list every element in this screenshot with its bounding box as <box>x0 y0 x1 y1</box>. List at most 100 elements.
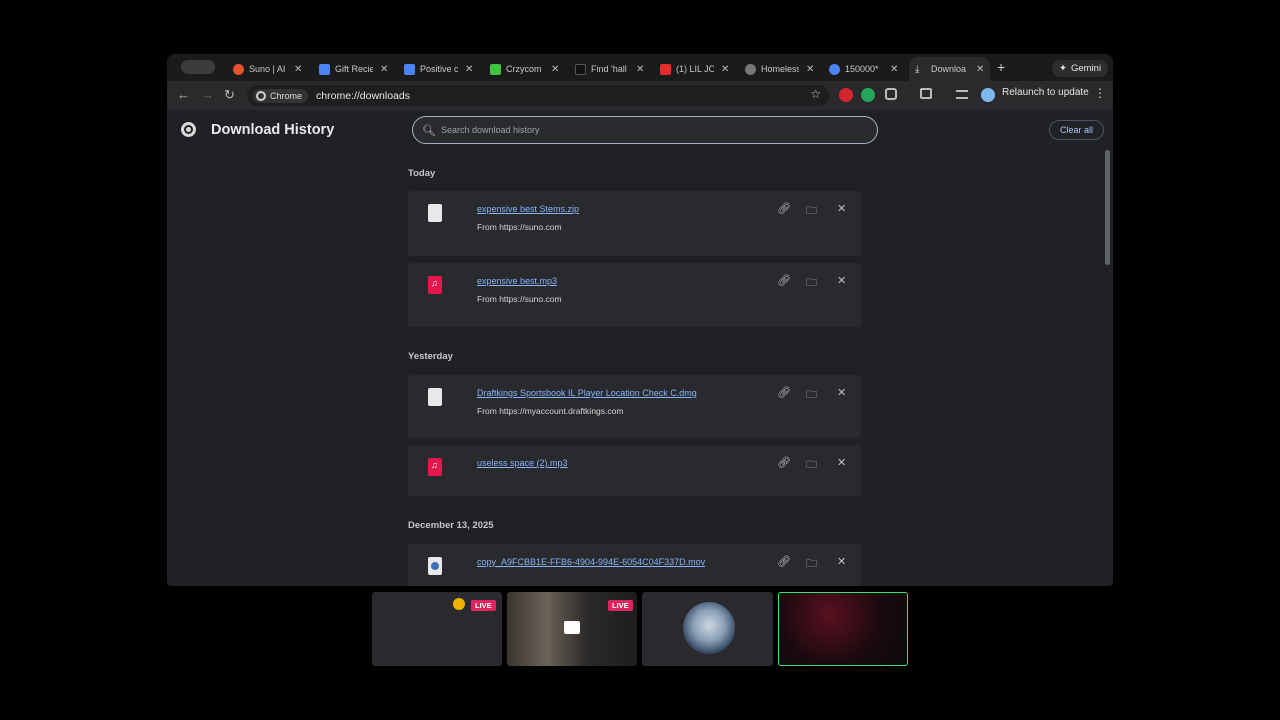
grammarly-icon[interactable] <box>861 88 875 102</box>
video-thumbnail-selected[interactable] <box>778 592 908 666</box>
copy-link-icon[interactable]: 🔗︎ <box>777 456 791 469</box>
search-box[interactable]: 🔍︎ <box>412 116 878 144</box>
download-filename-link[interactable]: expensive best.mp3 <box>477 276 557 286</box>
download-item: expensive best Stems.zip From https://su… <box>408 191 861 256</box>
tab-find-hall[interactable]: Find 'hall ✕ <box>575 57 644 81</box>
search-icon: 🔍︎ <box>422 124 436 137</box>
video-thumbnail[interactable] <box>642 592 773 666</box>
bookmark-star-icon[interactable]: ☆ <box>810 87 821 101</box>
copy-link-icon[interactable]: 🔗︎ <box>777 274 791 287</box>
close-icon[interactable]: ✕ <box>551 64 559 75</box>
show-in-folder-icon[interactable]: 🗀 <box>806 456 817 475</box>
back-icon[interactable]: ← <box>177 87 190 102</box>
avatar <box>683 602 735 654</box>
relaunch-to-update-button[interactable]: Relaunch to update <box>1002 87 1089 98</box>
download-item: Draftkings Sportsbook IL Player Location… <box>408 375 861 438</box>
globe-icon <box>745 63 756 75</box>
video-thumbnail[interactable]: LIVE <box>507 592 637 666</box>
downloads-page: Download History 🔍︎ Clear all Today expe… <box>167 110 1113 586</box>
browser-toolbar: ← → ↻ Chrome chrome://downloads ☆ Relaun… <box>167 81 1113 110</box>
close-icon[interactable]: ✕ <box>465 64 473 75</box>
tab-crzycom[interactable]: Crzycom ✕ <box>490 57 559 81</box>
show-in-folder-icon[interactable]: 🗀 <box>806 386 817 405</box>
live-badge: LIVE <box>471 600 496 611</box>
reload-icon[interactable]: ↻ <box>224 87 235 103</box>
screen-share-icon <box>564 621 580 634</box>
sparkle-icon: ✦ <box>1059 63 1067 74</box>
tab-strip: Suno | AI ✕ Gift Recie ✕ Positive c ✕ Cr… <box>167 54 1113 81</box>
tab-google-search[interactable]: 150000* ✕ <box>829 57 898 81</box>
suno-icon <box>233 63 244 75</box>
url-text[interactable]: chrome://downloads <box>316 90 410 102</box>
tab-suno[interactable]: Suno | AI ✕ <box>233 57 302 81</box>
extensions-puzzle-icon[interactable] <box>885 88 897 100</box>
download-filename-link[interactable]: expensive best Stems.zip <box>477 204 579 214</box>
scrollbar-thumb[interactable] <box>1105 150 1110 265</box>
section-label-today: Today <box>408 168 436 179</box>
document-file-icon <box>428 388 442 406</box>
media-controls-icon[interactable] <box>956 90 968 99</box>
tab-positive[interactable]: Positive c ✕ <box>404 57 473 81</box>
video-file-icon <box>428 557 442 575</box>
remove-icon[interactable]: ✕ <box>837 386 846 399</box>
chrome-icon <box>256 90 266 101</box>
show-in-folder-icon[interactable]: 🗀 <box>806 202 817 221</box>
tab-gift-recie[interactable]: Gift Recie ✕ <box>319 57 388 81</box>
zip-file-icon <box>428 204 442 222</box>
google-icon <box>829 63 840 75</box>
tab-homeless[interactable]: Homeless ✕ <box>745 57 814 81</box>
remove-icon[interactable]: ✕ <box>837 202 846 215</box>
download-filename-link[interactable]: useless space (2).mp3 <box>477 458 568 468</box>
new-tab-button[interactable]: + <box>997 59 1005 75</box>
download-filename-link[interactable]: copy_A9FCBB1E-FFB6-4904-994E-6054C04F337… <box>477 557 705 567</box>
docs-icon <box>404 63 415 75</box>
tiktok-icon <box>575 63 586 75</box>
address-bar[interactable]: Chrome chrome://downloads ☆ <box>247 85 829 106</box>
download-filename-link[interactable]: Draftkings Sportsbook IL Player Location… <box>477 388 697 398</box>
menu-kebab-icon[interactable]: ⋮ <box>1094 86 1106 100</box>
tab-search-icon[interactable] <box>920 88 932 99</box>
download-source: From https://suno.com <box>477 222 562 232</box>
forward-icon[interactable]: → <box>201 87 214 102</box>
profile-avatar[interactable] <box>981 88 995 102</box>
tab-title: Find 'hall <box>591 64 627 74</box>
copy-link-icon[interactable]: 🔗︎ <box>777 202 791 215</box>
download-icon: ⤓ <box>915 63 920 75</box>
tab-title: (1) LIL JO <box>676 64 714 74</box>
show-in-folder-icon[interactable]: 🗀 <box>806 274 817 293</box>
tab-title: Homeless <box>761 64 799 74</box>
close-icon[interactable]: ✕ <box>636 64 644 75</box>
close-icon[interactable]: ✕ <box>380 64 388 75</box>
tab-youtube[interactable]: (1) LIL JO ✕ <box>660 57 729 81</box>
audio-file-icon <box>428 458 442 476</box>
tab-title: Gift Recie <box>335 64 373 74</box>
close-icon[interactable]: ✕ <box>976 64 984 75</box>
download-source: From https://myaccount.draftkings.com <box>477 406 624 416</box>
show-in-folder-icon[interactable]: 🗀 <box>806 555 817 574</box>
section-label-yesterday: Yesterday <box>408 351 453 362</box>
video-thumbnail[interactable]: LIVE <box>372 592 502 666</box>
site-chip[interactable]: Chrome <box>253 88 309 103</box>
close-icon[interactable]: ✕ <box>294 64 302 75</box>
kick-icon <box>490 63 501 75</box>
close-icon[interactable]: ✕ <box>890 64 898 75</box>
remove-icon[interactable]: ✕ <box>837 274 846 287</box>
clear-all-button[interactable]: Clear all <box>1049 120 1104 140</box>
remove-icon[interactable]: ✕ <box>837 555 846 568</box>
close-icon[interactable]: ✕ <box>721 64 729 75</box>
gemini-button[interactable]: ✦ Gemini <box>1052 60 1109 77</box>
tab-title: 150000* <box>845 64 879 74</box>
remove-icon[interactable]: ✕ <box>837 456 846 469</box>
tab-group-collapsed[interactable] <box>181 60 215 74</box>
tab-title: Suno | AI <box>249 64 286 74</box>
site-chip-label: Chrome <box>270 90 303 101</box>
tab-title: Crzycom <box>506 64 542 74</box>
close-icon[interactable]: ✕ <box>806 64 814 75</box>
search-input[interactable] <box>440 125 841 135</box>
gemini-label: Gemini <box>1070 63 1102 74</box>
copy-link-icon[interactable]: 🔗︎ <box>777 555 791 568</box>
copy-link-icon[interactable]: 🔗︎ <box>777 386 791 399</box>
youtube-icon <box>660 63 671 75</box>
extension-red-icon[interactable] <box>839 88 853 102</box>
tab-downloads[interactable]: ⤓ Downloa ✕ <box>909 57 991 81</box>
